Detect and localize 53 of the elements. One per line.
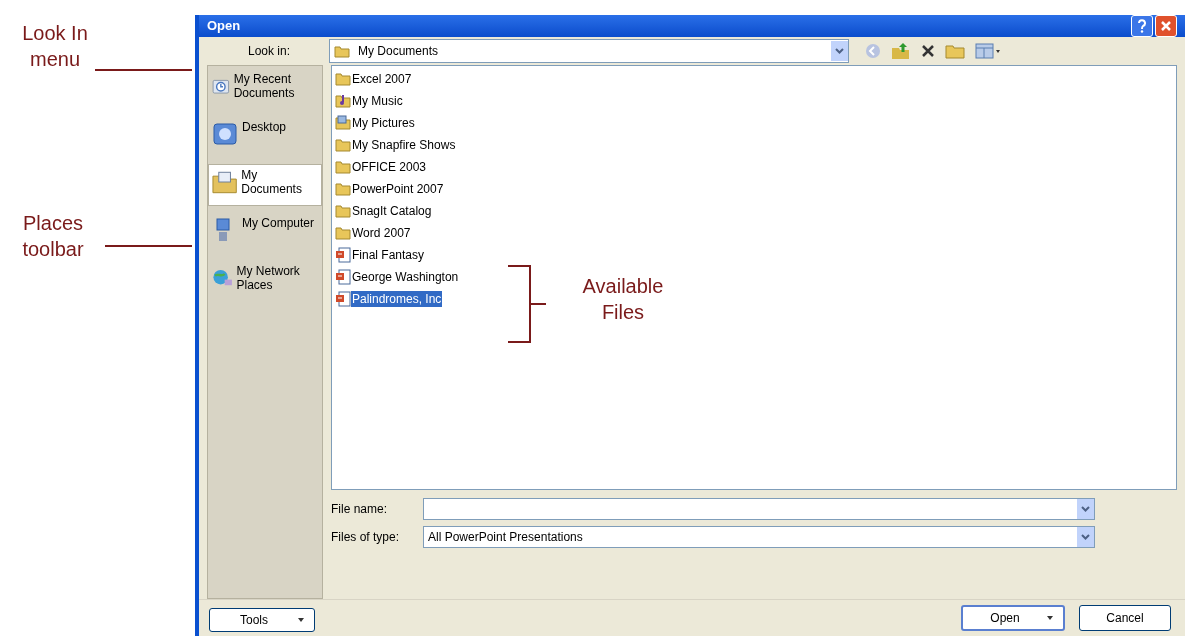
folder-icon (334, 44, 350, 59)
window-title: Open (207, 17, 242, 36)
look-in-dropdown[interactable]: My Documents (329, 39, 849, 64)
folder-icon (335, 159, 351, 176)
delete-icon[interactable] (921, 44, 935, 59)
back-icon[interactable] (865, 43, 881, 60)
folder-icon (335, 181, 351, 198)
tools-button[interactable]: Tools (209, 608, 315, 633)
look-in-value: My Documents (358, 43, 440, 61)
file-item[interactable]: My Snapfire Shows (351, 137, 457, 154)
file-type-dropdown[interactable]: All PowerPoint Presentations (423, 526, 1095, 549)
folder-icon (335, 137, 351, 154)
look-in-label: Look in: (247, 43, 291, 61)
file-item[interactable]: My Pictures (351, 115, 416, 132)
file-item[interactable]: Final Fantasy (351, 247, 426, 264)
place-item[interactable]: My Recent Documents (208, 68, 322, 111)
annotation-label: Look In menu (21, 21, 89, 72)
file-name-label: File name: (331, 501, 389, 519)
views-icon[interactable] (975, 43, 1001, 60)
place-item[interactable]: My Network Places (208, 260, 322, 303)
presentation-file-icon (335, 247, 351, 264)
cancel-button[interactable]: Cancel (1079, 605, 1171, 632)
help-icon (1137, 19, 1147, 33)
file-item[interactable]: OFFICE 2003 (351, 159, 428, 176)
music-folder-icon (335, 93, 351, 110)
presentation-file-icon (335, 269, 351, 286)
file-type-label: Files of type: (331, 529, 401, 547)
file-item[interactable]: Palindromes, Inc (351, 291, 443, 308)
place-item[interactable]: My Computer (208, 212, 322, 255)
place-item[interactable]: My Documents (208, 164, 322, 207)
new-folder-icon[interactable] (945, 43, 965, 60)
folder-icon (335, 225, 351, 242)
up-folder-icon[interactable] (891, 42, 911, 61)
help-button[interactable] (1131, 15, 1153, 37)
file-item[interactable]: My Music (351, 93, 404, 110)
caret-icon (298, 617, 306, 623)
caret-icon (1047, 615, 1055, 621)
file-item[interactable]: PowerPoint 2007 (351, 181, 445, 198)
file-item[interactable]: SnagIt Catalog (351, 203, 433, 220)
folder-icon (335, 71, 351, 88)
folder-icon (335, 203, 351, 220)
file-item[interactable]: George Washington (351, 269, 460, 286)
file-item[interactable]: Word 2007 (351, 225, 412, 242)
annotation-label: Available Files (581, 274, 665, 325)
file-name-field[interactable] (423, 498, 1095, 521)
close-button[interactable] (1155, 15, 1177, 37)
annotation-label: Places toolbar (21, 211, 85, 262)
close-icon (1160, 20, 1172, 32)
place-item[interactable]: Desktop (208, 116, 322, 159)
open-button[interactable]: Open (961, 605, 1065, 632)
presentation-file-icon (335, 291, 351, 308)
pictures-folder-icon (335, 115, 351, 132)
file-item[interactable]: Excel 2007 (351, 71, 413, 88)
